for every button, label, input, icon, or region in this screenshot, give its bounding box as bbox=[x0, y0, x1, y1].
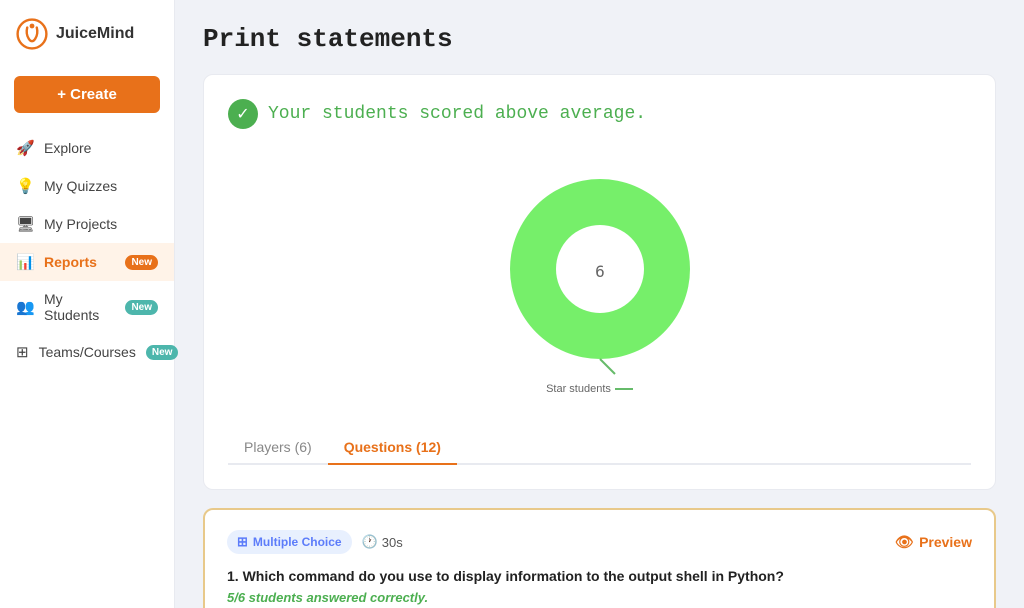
grid-icon: ⊞ bbox=[237, 534, 248, 550]
above-average-text: Your students scored above average. bbox=[268, 104, 646, 124]
sidebar-item-my-projects[interactable]: 🖥 My Projects bbox=[0, 205, 174, 243]
juicemind-logo-icon bbox=[16, 18, 48, 50]
explore-icon: 🚀 bbox=[16, 139, 34, 157]
preview-label: Preview bbox=[919, 534, 972, 550]
eye-icon: 👁 bbox=[895, 533, 914, 551]
check-circle-icon: ✓ bbox=[228, 99, 258, 129]
chart-container: 6 Star students bbox=[228, 149, 971, 415]
donut-chart: 6 bbox=[490, 159, 710, 379]
sidebar-item-label: My Projects bbox=[44, 216, 117, 232]
meta-left: ⊞ Multiple Choice 🕐 30s bbox=[227, 530, 403, 554]
sidebar-item-label: Teams/Courses bbox=[39, 344, 136, 360]
projects-icon: 🖥 bbox=[16, 215, 34, 233]
tab-questions[interactable]: Questions (12) bbox=[328, 431, 457, 465]
sidebar-item-reports[interactable]: 📊 Reports New bbox=[0, 243, 174, 281]
students-badge: New bbox=[125, 300, 158, 315]
question-card: ⊞ Multiple Choice 🕐 30s 👁 Preview 1. Whi… bbox=[203, 508, 996, 608]
sidebar-item-label: My Quizzes bbox=[44, 178, 117, 194]
preview-button[interactable]: 👁 Preview bbox=[895, 533, 972, 551]
clock-icon: 🕐 bbox=[362, 534, 378, 550]
sidebar-item-label: Explore bbox=[44, 140, 91, 156]
multiple-choice-badge: ⊞ Multiple Choice bbox=[227, 530, 352, 554]
question-meta: ⊞ Multiple Choice 🕐 30s 👁 Preview bbox=[227, 530, 972, 554]
star-students-label: Star students bbox=[546, 383, 633, 395]
correct-students-text: 5/6 students answered correctly. bbox=[227, 590, 972, 605]
reports-icon: 📊 bbox=[16, 253, 34, 271]
sidebar-item-label: My Students bbox=[44, 291, 115, 323]
star-line-indicator bbox=[615, 388, 633, 390]
sidebar-item-label: Reports bbox=[44, 254, 97, 270]
page-title: Print statements bbox=[203, 24, 996, 54]
svg-text:6: 6 bbox=[595, 262, 605, 281]
timer-badge: 🕐 30s bbox=[362, 534, 403, 550]
teams-badge: New bbox=[146, 345, 179, 360]
logo: JuiceMind bbox=[0, 0, 174, 68]
nav-menu: 🚀 Explore 💡 My Quizzes 🖥 My Projects 📊 R… bbox=[0, 129, 174, 371]
brand-name: JuiceMind bbox=[56, 25, 134, 43]
above-average-banner: ✓ Your students scored above average. bbox=[228, 99, 971, 129]
above-average-highlight: above average. bbox=[495, 104, 646, 124]
teams-icon: ⊞ bbox=[16, 343, 29, 361]
sidebar-item-my-students[interactable]: 👥 My Students New bbox=[0, 281, 174, 333]
score-card: ✓ Your students scored above average. 6 bbox=[203, 74, 996, 490]
above-average-prefix: Your students scored bbox=[268, 104, 495, 124]
tabs-container: Players (6) Questions (12) bbox=[228, 431, 971, 465]
main-content: Print statements ✓ Your students scored … bbox=[175, 0, 1024, 608]
timer-value: 30s bbox=[382, 535, 403, 550]
sidebar-item-my-quizzes[interactable]: 💡 My Quizzes bbox=[0, 167, 174, 205]
quizzes-icon: 💡 bbox=[16, 177, 34, 195]
sidebar: JuiceMind + Create 🚀 Explore 💡 My Quizze… bbox=[0, 0, 175, 608]
create-button[interactable]: + Create bbox=[14, 76, 160, 113]
mc-label: Multiple Choice bbox=[253, 535, 342, 549]
reports-badge: New bbox=[125, 255, 158, 270]
sidebar-item-teams-courses[interactable]: ⊞ Teams/Courses New bbox=[0, 333, 174, 371]
question-text: 1. Which command do you use to display i… bbox=[227, 568, 972, 584]
students-icon: 👥 bbox=[16, 298, 34, 316]
sidebar-item-explore[interactable]: 🚀 Explore bbox=[0, 129, 174, 167]
tab-players[interactable]: Players (6) bbox=[228, 431, 328, 465]
